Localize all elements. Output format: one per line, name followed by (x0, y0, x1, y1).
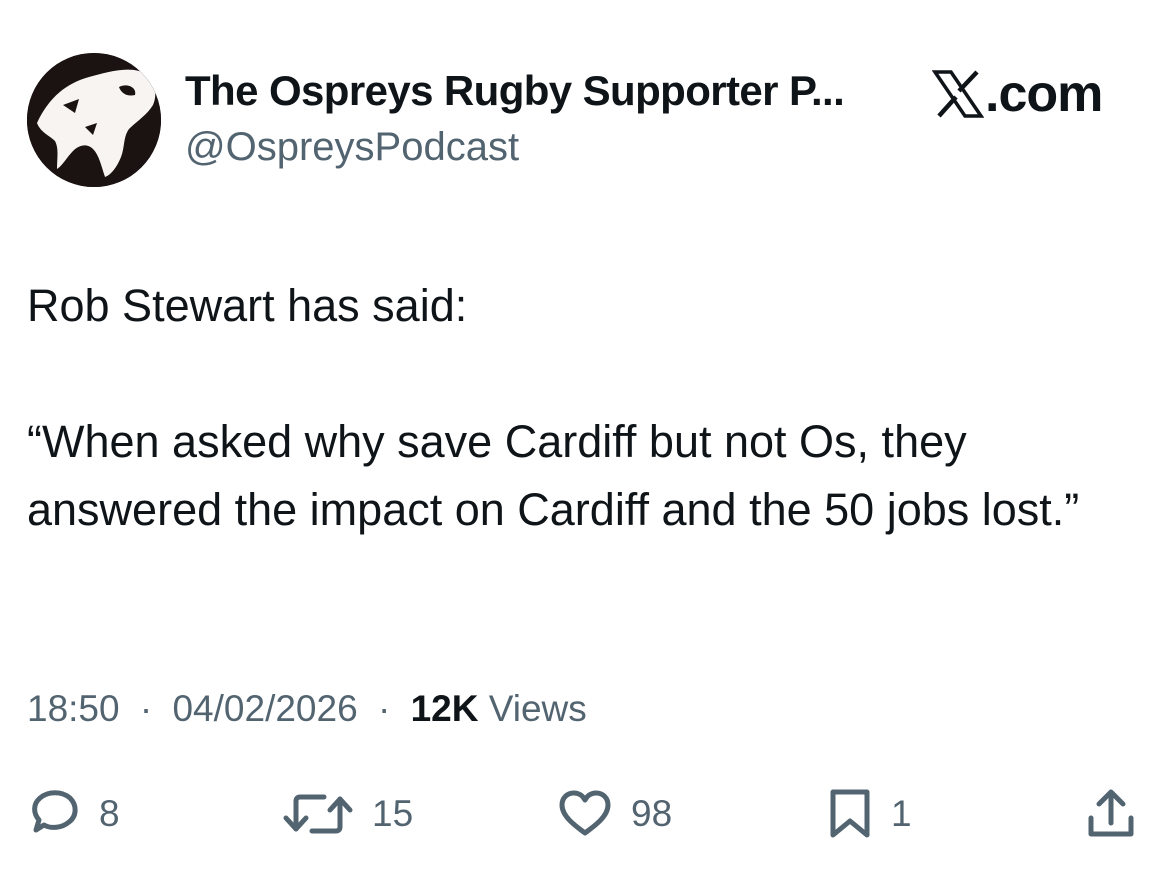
meta-separator: · (139, 688, 153, 729)
share-button[interactable] (1085, 788, 1137, 840)
bookmark-icon (830, 789, 870, 838)
brand-text: .com (985, 65, 1103, 123)
tweet-date[interactable]: 04/02/2026 (172, 688, 357, 729)
like-count: 98 (631, 793, 673, 834)
views-label: Views (488, 688, 587, 729)
author-handle[interactable]: @OspreysPodcast (185, 125, 519, 170)
heart-icon (559, 790, 611, 836)
reply-count: 8 (99, 793, 120, 834)
tweet-header: The Ospreys Rugby Supporter P... @Osprey… (27, 53, 1147, 189)
tweet-meta: 18:50 · 04/02/2026 · 12K Views (27, 688, 587, 730)
author-name[interactable]: The Ospreys Rugby Supporter P... (185, 67, 845, 115)
avatar[interactable] (27, 53, 161, 187)
retweet-icon (283, 794, 353, 834)
share-icon (1088, 789, 1134, 837)
like-button[interactable]: 98 (557, 788, 672, 840)
meta-separator: · (377, 688, 391, 729)
brand-logo: .com (932, 63, 1103, 125)
bookmark-count: 1 (891, 793, 912, 834)
tweet-text: Rob Stewart has said: “When asked why sa… (27, 272, 1147, 544)
osprey-logo-icon (27, 53, 161, 187)
action-bar: 8 15 98 1 (27, 788, 1147, 840)
tweet-paragraph: “When asked why save Cardiff but not Os,… (27, 416, 1080, 535)
x-logo-icon (932, 70, 984, 118)
reply-button[interactable]: 8 (27, 788, 120, 840)
views-count: 12K (410, 688, 479, 729)
retweet-count: 15 (372, 793, 414, 834)
bookmark-button[interactable]: 1 (827, 788, 912, 840)
reply-icon (32, 790, 78, 833)
tweet-time[interactable]: 18:50 (27, 688, 120, 729)
retweet-button[interactable]: 15 (282, 788, 413, 840)
tweet-paragraph: Rob Stewart has said: (27, 280, 468, 331)
